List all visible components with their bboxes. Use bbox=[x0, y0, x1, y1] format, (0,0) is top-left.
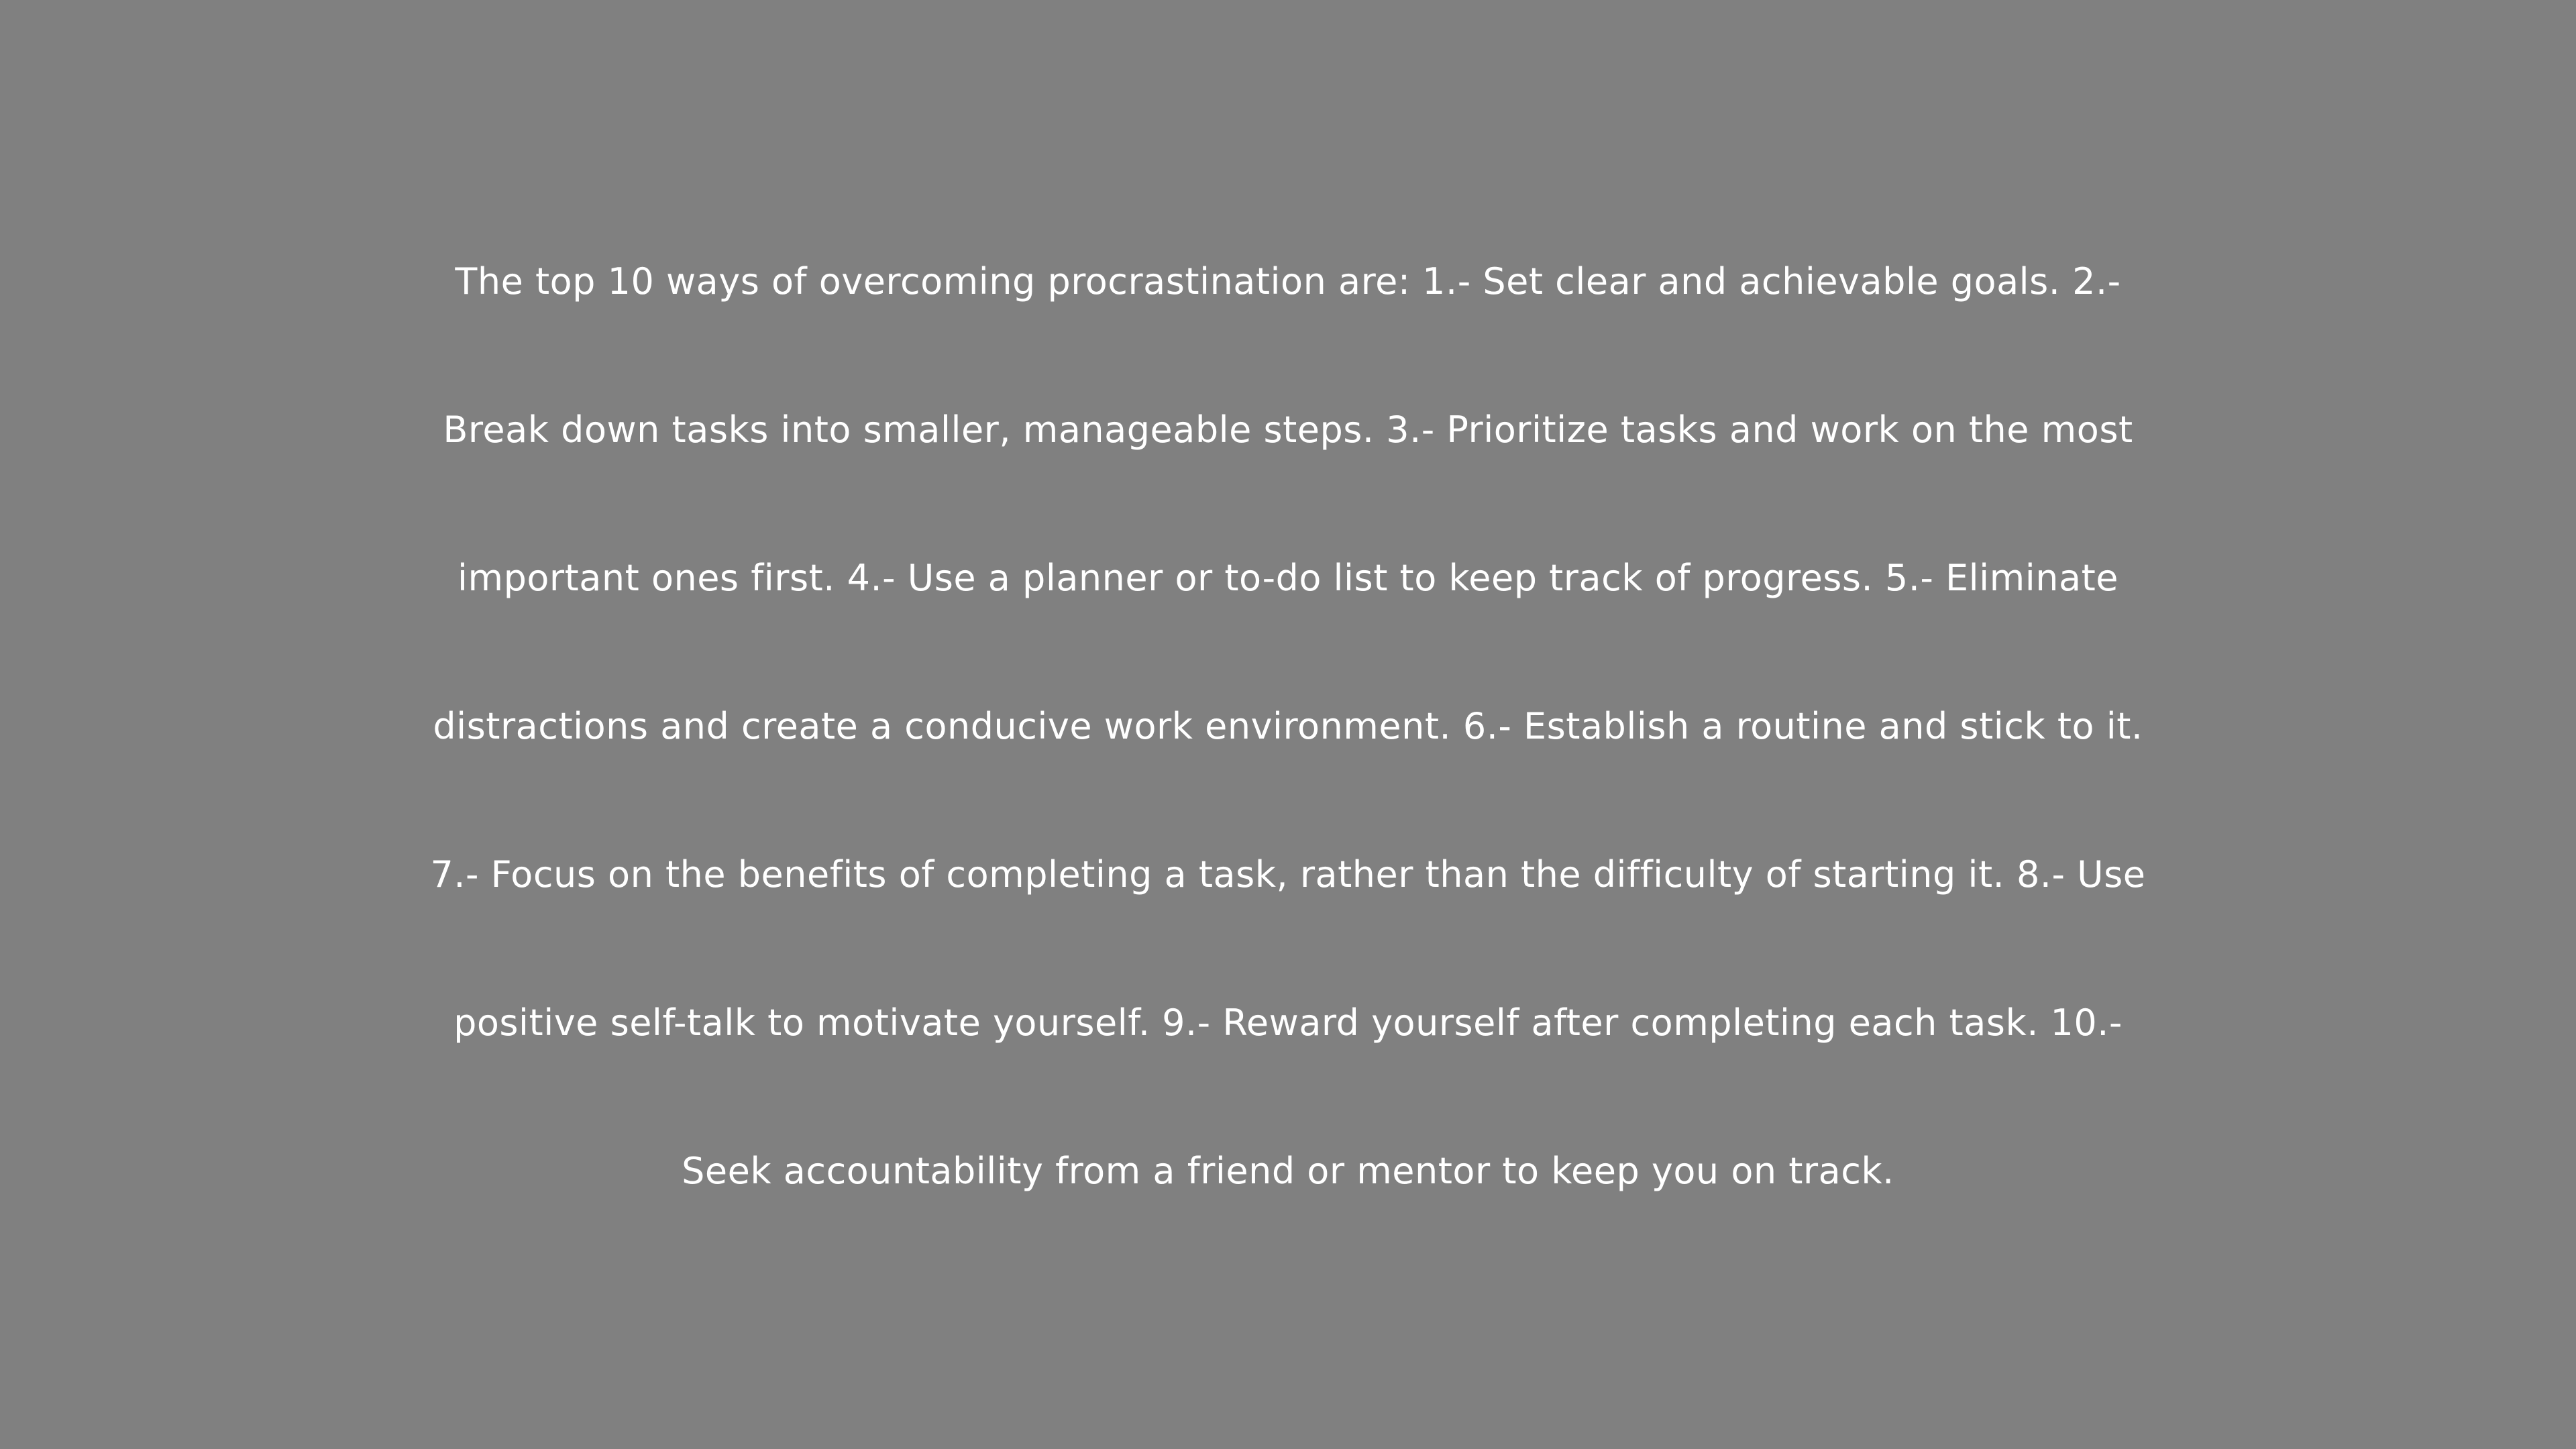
text-line: Seek accountability from a friend or men… bbox=[682, 1150, 1894, 1192]
text-line: distractions and create a conducive work… bbox=[433, 705, 2143, 747]
text-line: 7.- Focus on the benefits of completing … bbox=[430, 853, 2146, 896]
slide-canvas: The top 10 ways of overcoming procrastin… bbox=[0, 0, 2576, 1449]
text-line: positive self-talk to motivate yourself.… bbox=[453, 1002, 2123, 1044]
text-line: The top 10 ways of overcoming procrastin… bbox=[455, 260, 2121, 303]
procrastination-tips-paragraph: The top 10 ways of overcoming procrastin… bbox=[0, 248, 2576, 1286]
text-line: important ones first. 4.- Use a planner … bbox=[458, 557, 2118, 599]
text-line: Break down tasks into smaller, manageabl… bbox=[443, 409, 2133, 451]
